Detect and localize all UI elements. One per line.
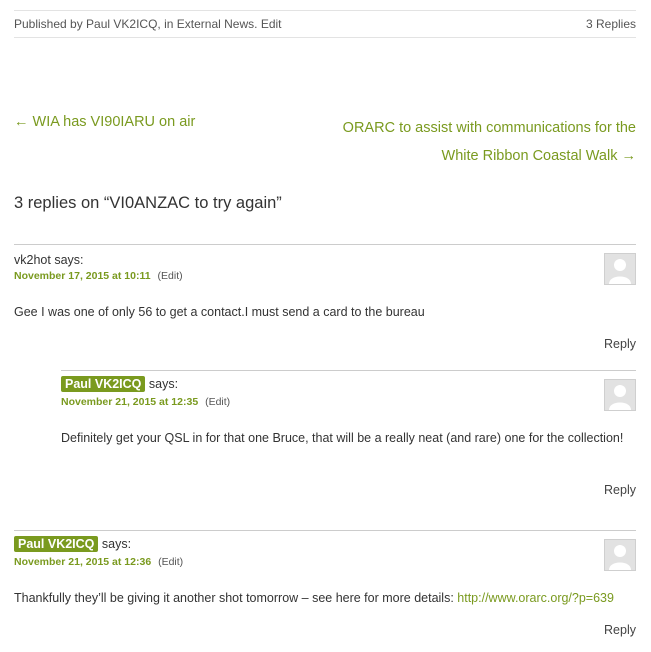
- default-avatar-icon: [605, 540, 635, 570]
- comment-text: Gee I was one of only 56 to get a contac…: [14, 305, 425, 319]
- comment-edit-link[interactable]: (Edit): [205, 396, 230, 408]
- comment-date-link[interactable]: November 17, 2015 at 10:11: [14, 270, 151, 282]
- default-avatar-icon: [605, 380, 635, 410]
- avatar: [604, 379, 636, 411]
- comments-title: 3 replies on “VI0ANZAC to try again”: [14, 194, 282, 212]
- next-post-line-2[interactable]: White Ribbon Coastal Walk →: [442, 148, 636, 164]
- comment-edit-link[interactable]: (Edit): [158, 556, 183, 568]
- edit-post-link[interactable]: Edit: [261, 17, 282, 31]
- comment-1: vk2hot says: November 17, 2015 at 10:11 …: [14, 244, 636, 356]
- says-label: says:: [98, 537, 132, 551]
- avatar: [604, 253, 636, 285]
- comment-meta: November 21, 2015 at 12:36 (Edit): [14, 556, 183, 568]
- category-link[interactable]: External News: [177, 17, 254, 31]
- comment-details-link[interactable]: http://www.orarc.org/?p=639: [457, 591, 614, 605]
- author-link[interactable]: Paul VK2ICQ: [86, 17, 157, 31]
- next-post-link[interactable]: ORARC to assist with communications for …: [316, 114, 636, 170]
- replies-count-link[interactable]: 3 Replies: [586, 17, 636, 31]
- in-text: , in: [157, 17, 177, 31]
- comment-author-badge[interactable]: Paul VK2ICQ: [61, 376, 146, 392]
- comment-text: Thankfully they’ll be giving it another …: [14, 588, 636, 608]
- avatar: [604, 539, 636, 571]
- reply-button[interactable]: Reply: [604, 483, 636, 497]
- says-label: says:: [145, 377, 179, 391]
- default-avatar-icon: [605, 254, 635, 284]
- reply-button[interactable]: Reply: [604, 337, 636, 351]
- says-label: says:: [50, 253, 84, 267]
- post-meta: Published by Paul VK2ICQ, in External Ne…: [14, 17, 282, 31]
- comment-2-nested: Paul VK2ICQ says: November 21, 2015 at 1…: [61, 370, 636, 500]
- next-post-line-1[interactable]: ORARC to assist with communications for …: [343, 120, 636, 136]
- comment-text: Definitely get your QSL in for that one …: [61, 431, 624, 445]
- comment-meta: November 21, 2015 at 12:35 (Edit): [61, 396, 230, 408]
- comment-edit-link[interactable]: (Edit): [158, 270, 183, 282]
- comment-meta: November 17, 2015 at 10:11 (Edit): [14, 270, 183, 282]
- comment-date-link[interactable]: November 21, 2015 at 12:36: [14, 556, 151, 568]
- published-prefix: Published by: [14, 17, 87, 31]
- comment-author-badge[interactable]: Paul VK2ICQ: [14, 536, 99, 552]
- previous-post-link[interactable]: ← WIA has VI90IARU on air: [14, 114, 195, 130]
- meta-dot: .: [254, 17, 258, 31]
- reply-button[interactable]: Reply: [604, 623, 636, 637]
- comment-text-body: Thankfully they’ll be giving it another …: [14, 591, 458, 605]
- comment-author-line: Paul VK2ICQ says:: [61, 376, 178, 392]
- comment-3: Paul VK2ICQ says: November 21, 2015 at 1…: [14, 530, 636, 642]
- comment-author-line: vk2hot says:: [14, 253, 84, 267]
- comment-author: vk2hot: [14, 253, 51, 267]
- comment-author-line: Paul VK2ICQ says:: [14, 536, 131, 552]
- comment-date-link[interactable]: November 21, 2015 at 12:35: [61, 396, 198, 408]
- post-meta-bar: Published by Paul VK2ICQ, in External Ne…: [14, 10, 636, 38]
